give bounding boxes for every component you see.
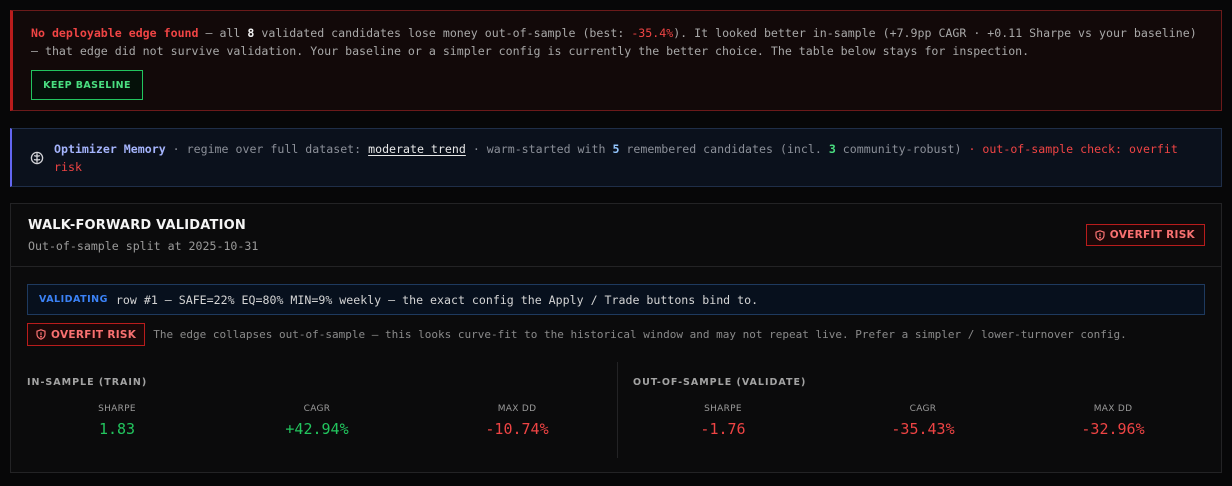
keep-baseline-button[interactable]: KEEP BASELINE xyxy=(31,70,143,100)
no-edge-alert: No deployable edge found — all 8 validat… xyxy=(10,10,1222,111)
train-max-dd: MAX DD -10.74% xyxy=(427,404,607,438)
memory-message: Optimizer Memory · regime over full data… xyxy=(54,142,1178,174)
memory-title: Optimizer Memory xyxy=(54,142,166,156)
brain-icon xyxy=(30,151,44,165)
in-sample-group: IN-SAMPLE (TRAIN) SHARPE 1.83 CAGR +42.9… xyxy=(27,362,607,462)
alert-headline: No deployable edge found xyxy=(31,26,199,40)
metric-value: +42.94% xyxy=(285,420,349,438)
split-date: Out-of-sample split at 2025-10-31 xyxy=(28,239,259,253)
train-cagr: CAGR +42.94% xyxy=(227,404,407,438)
panel-header: WALK-FORWARD VALIDATION Out-of-sample sp… xyxy=(11,204,1221,267)
out-of-sample-title: OUT-OF-SAMPLE (VALIDATE) xyxy=(633,377,807,388)
metrics-divider xyxy=(617,362,618,458)
panel-title: WALK-FORWARD VALIDATION xyxy=(28,218,246,233)
validating-row: VALIDATING row #1 — SAFE=22% EQ=80% MIN=… xyxy=(27,284,1205,315)
metrics-comparison: IN-SAMPLE (TRAIN) SHARPE 1.83 CAGR +42.9… xyxy=(27,362,1207,462)
metric-value: -35.43% xyxy=(891,420,955,438)
train-sharpe: SHARPE 1.83 xyxy=(27,404,207,438)
overfit-status-badge: OVERFIT RISK xyxy=(1085,224,1205,246)
out-of-sample-group: OUT-OF-SAMPLE (VALIDATE) SHARPE -1.76 CA… xyxy=(633,362,1213,462)
metric-value: -1.76 xyxy=(700,420,746,438)
shield-alert-icon xyxy=(36,329,46,340)
shield-alert-icon xyxy=(1095,229,1105,241)
metric-value: -10.74% xyxy=(485,420,549,438)
val-cagr: CAGR -35.43% xyxy=(833,404,1013,438)
val-max-dd: MAX DD -32.96% xyxy=(1023,404,1203,438)
best-return: -35.4% xyxy=(631,26,674,40)
metric-value: 1.83 xyxy=(98,420,136,438)
overfit-explanation: OVERFIT RISK The edge collapses out-of-s… xyxy=(27,323,1127,346)
in-sample-title: IN-SAMPLE (TRAIN) xyxy=(27,377,148,388)
optimizer-memory-banner: Optimizer Memory · regime over full data… xyxy=(10,128,1222,187)
walk-forward-panel: WALK-FORWARD VALIDATION Out-of-sample sp… xyxy=(10,203,1222,473)
overfit-message: The edge collapses out-of-sample — this … xyxy=(153,328,1127,341)
validating-tag: VALIDATING xyxy=(39,294,108,305)
metric-value: -32.96% xyxy=(1081,420,1145,438)
regime-link[interactable]: moderate trend xyxy=(368,142,466,156)
overfit-inline-badge: OVERFIT RISK xyxy=(27,323,146,346)
alert-message: No deployable edge found — all 8 validat… xyxy=(31,26,1197,58)
validating-config: row #1 — SAFE=22% EQ=80% MIN=9% weekly —… xyxy=(115,292,759,307)
val-sharpe: SHARPE -1.76 xyxy=(633,404,813,438)
robust-count: 3 xyxy=(828,142,836,156)
